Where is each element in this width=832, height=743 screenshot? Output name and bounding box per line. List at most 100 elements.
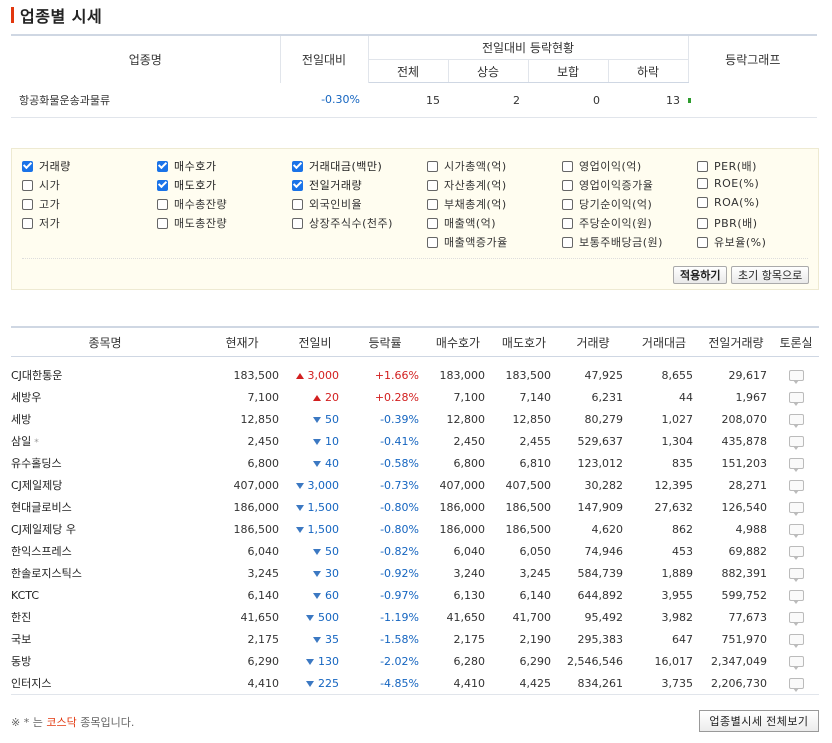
discussion-icon[interactable] [788,524,804,538]
option-checkbox[interactable]: 매도총잔량 [157,215,227,231]
stock-name-link[interactable]: CJ제일제당 [11,479,62,492]
option-checkbox[interactable]: 보통주배당금(원) [562,234,663,250]
checkbox-icon[interactable] [427,198,438,210]
option-checkbox[interactable]: 주당순이익(원) [562,215,652,231]
option-checkbox[interactable]: PER(배) [697,158,757,174]
option-checkbox[interactable]: 시가 [22,177,60,193]
checkbox-icon[interactable] [157,217,168,229]
table-row: 삼일 * 2,450 10 -0.41% 2,450 2,455 529,637 1,304 43… [11,430,819,452]
option-checkbox[interactable]: 거래량 [22,158,71,174]
option-checkbox[interactable]: 부채총계(억) [427,196,507,212]
discussion-icon[interactable] [788,612,804,626]
checkbox-icon[interactable] [22,179,33,191]
checkbox-icon[interactable] [562,160,573,172]
checkbox-icon[interactable] [562,198,573,210]
checkbox-icon[interactable] [157,160,168,172]
option-checkbox[interactable]: 고가 [22,196,60,212]
header-flat: 보합 [528,59,609,83]
checkbox-icon[interactable] [697,178,708,189]
checkbox-icon[interactable] [427,179,438,191]
option-checkbox[interactable]: 시가총액(억) [427,158,507,174]
checkbox-icon[interactable] [292,160,303,172]
reset-button[interactable]: 초기 항목으로 [731,266,810,284]
option-checkbox[interactable]: 당기순이익(억) [562,196,652,212]
checkbox-icon[interactable] [292,179,303,191]
discussion-icon[interactable] [788,458,804,472]
stock-name-link[interactable]: 한솔로지스틱스 [11,567,82,580]
checkbox-icon[interactable] [427,160,438,172]
checkbox-icon[interactable] [697,236,708,248]
option-checkbox[interactable]: 매수호가 [157,158,216,174]
checkbox-icon[interactable] [697,217,708,229]
discussion-icon[interactable] [788,568,804,582]
option-checkbox[interactable]: 거래대금(백만) [292,158,382,174]
option-checkbox[interactable]: 상장주식수(천주) [292,215,393,231]
checkbox-icon[interactable] [562,217,573,229]
stock-name-link[interactable]: 국보 [11,633,31,646]
option-checkbox[interactable]: 영업이익(억) [562,158,642,174]
option-checkbox[interactable]: 영업이익증가율 [562,177,653,193]
option-checkbox[interactable]: 전일거래량 [292,177,362,193]
discussion-icon[interactable] [788,436,804,450]
stock-name-link[interactable]: CJ제일제당 우 [11,523,76,536]
option-checkbox[interactable]: ROE(%) [697,177,759,190]
stock-name-link[interactable]: 현대글로비스 [11,501,72,514]
discussion-icon[interactable] [788,392,804,406]
stock-name-cell: 현대글로비스 [11,496,199,518]
checkbox-icon[interactable] [22,217,33,229]
table-row: 국보 2,175 35 -1.58% 2,175 2,190 295,383 647 751,9… [11,628,819,650]
checkbox-icon[interactable] [22,198,33,210]
option-checkbox[interactable]: ROA(%) [697,196,760,209]
stock-name-link[interactable]: 세방 [11,413,31,426]
discussion-cell [773,386,819,408]
discussion-icon[interactable] [788,590,804,604]
stock-name-link[interactable]: 동방 [11,655,31,668]
discussion-icon[interactable] [788,656,804,670]
view-all-sectors-button[interactable]: 업종별시세 전체보기 [699,710,819,732]
checkbox-icon[interactable] [157,198,168,210]
option-checkbox[interactable]: 자산총계(억) [427,177,507,193]
checkbox-icon[interactable] [697,197,708,208]
checkbox-icon[interactable] [292,217,303,229]
stock-change: 500 [318,610,339,624]
option-checkbox[interactable]: 외국인비율 [292,196,362,212]
stock-prev-volume: 2,206,730 [699,672,773,695]
stock-name-link[interactable]: KCTC [11,589,39,602]
stock-name-link[interactable]: CJ대한통운 [11,369,62,382]
checkbox-icon[interactable] [292,198,303,210]
checkbox-icon[interactable] [562,179,573,191]
stock-name-link[interactable]: 한진 [11,611,31,624]
stock-name-link[interactable]: 한익스프레스 [11,545,72,558]
discussion-icon[interactable] [788,678,804,692]
option-label: 상장주식수(천주) [309,217,393,230]
apply-button[interactable]: 적용하기 [673,266,728,284]
checkbox-icon[interactable] [427,236,438,248]
stock-name-link[interactable]: 유수홀딩스 [11,457,62,470]
stock-name-link[interactable]: 세방우 [11,391,41,404]
table-row: 한진 41,650 500 -1.19% 41,650 41,700 95,492 3,982… [11,606,819,628]
discussion-icon[interactable] [788,414,804,428]
option-checkbox[interactable]: 매도호가 [157,177,216,193]
option-checkbox[interactable]: 매출액(억) [427,215,496,231]
discussion-icon[interactable] [788,546,804,560]
stock-name-link[interactable]: 삼일 [11,435,31,448]
stock-name-link[interactable]: 인터지스 [11,677,51,690]
discussion-icon[interactable] [788,502,804,516]
discussion-icon[interactable] [788,370,804,384]
footer-note: ※ * 는 코스닥 종목입니다. [11,714,134,730]
option-checkbox[interactable]: 저가 [22,215,60,231]
checkbox-icon[interactable] [427,217,438,229]
checkbox-icon[interactable] [22,160,33,172]
option-checkbox[interactable]: 매출액증가율 [427,234,508,250]
option-label: PER(배) [714,160,757,173]
stock-ask: 7,140 [519,390,552,404]
option-checkbox[interactable]: 유보율(%) [697,234,766,250]
discussion-icon[interactable] [788,634,804,648]
discussion-icon[interactable] [788,480,804,494]
option-checkbox[interactable]: PBR(배) [697,215,758,231]
checkbox-icon[interactable] [697,160,708,172]
sector-name-link[interactable]: 항공화물운송과물류 [11,82,280,118]
checkbox-icon[interactable] [157,179,168,191]
option-checkbox[interactable]: 매수총잔량 [157,196,227,212]
checkbox-icon[interactable] [562,236,573,248]
